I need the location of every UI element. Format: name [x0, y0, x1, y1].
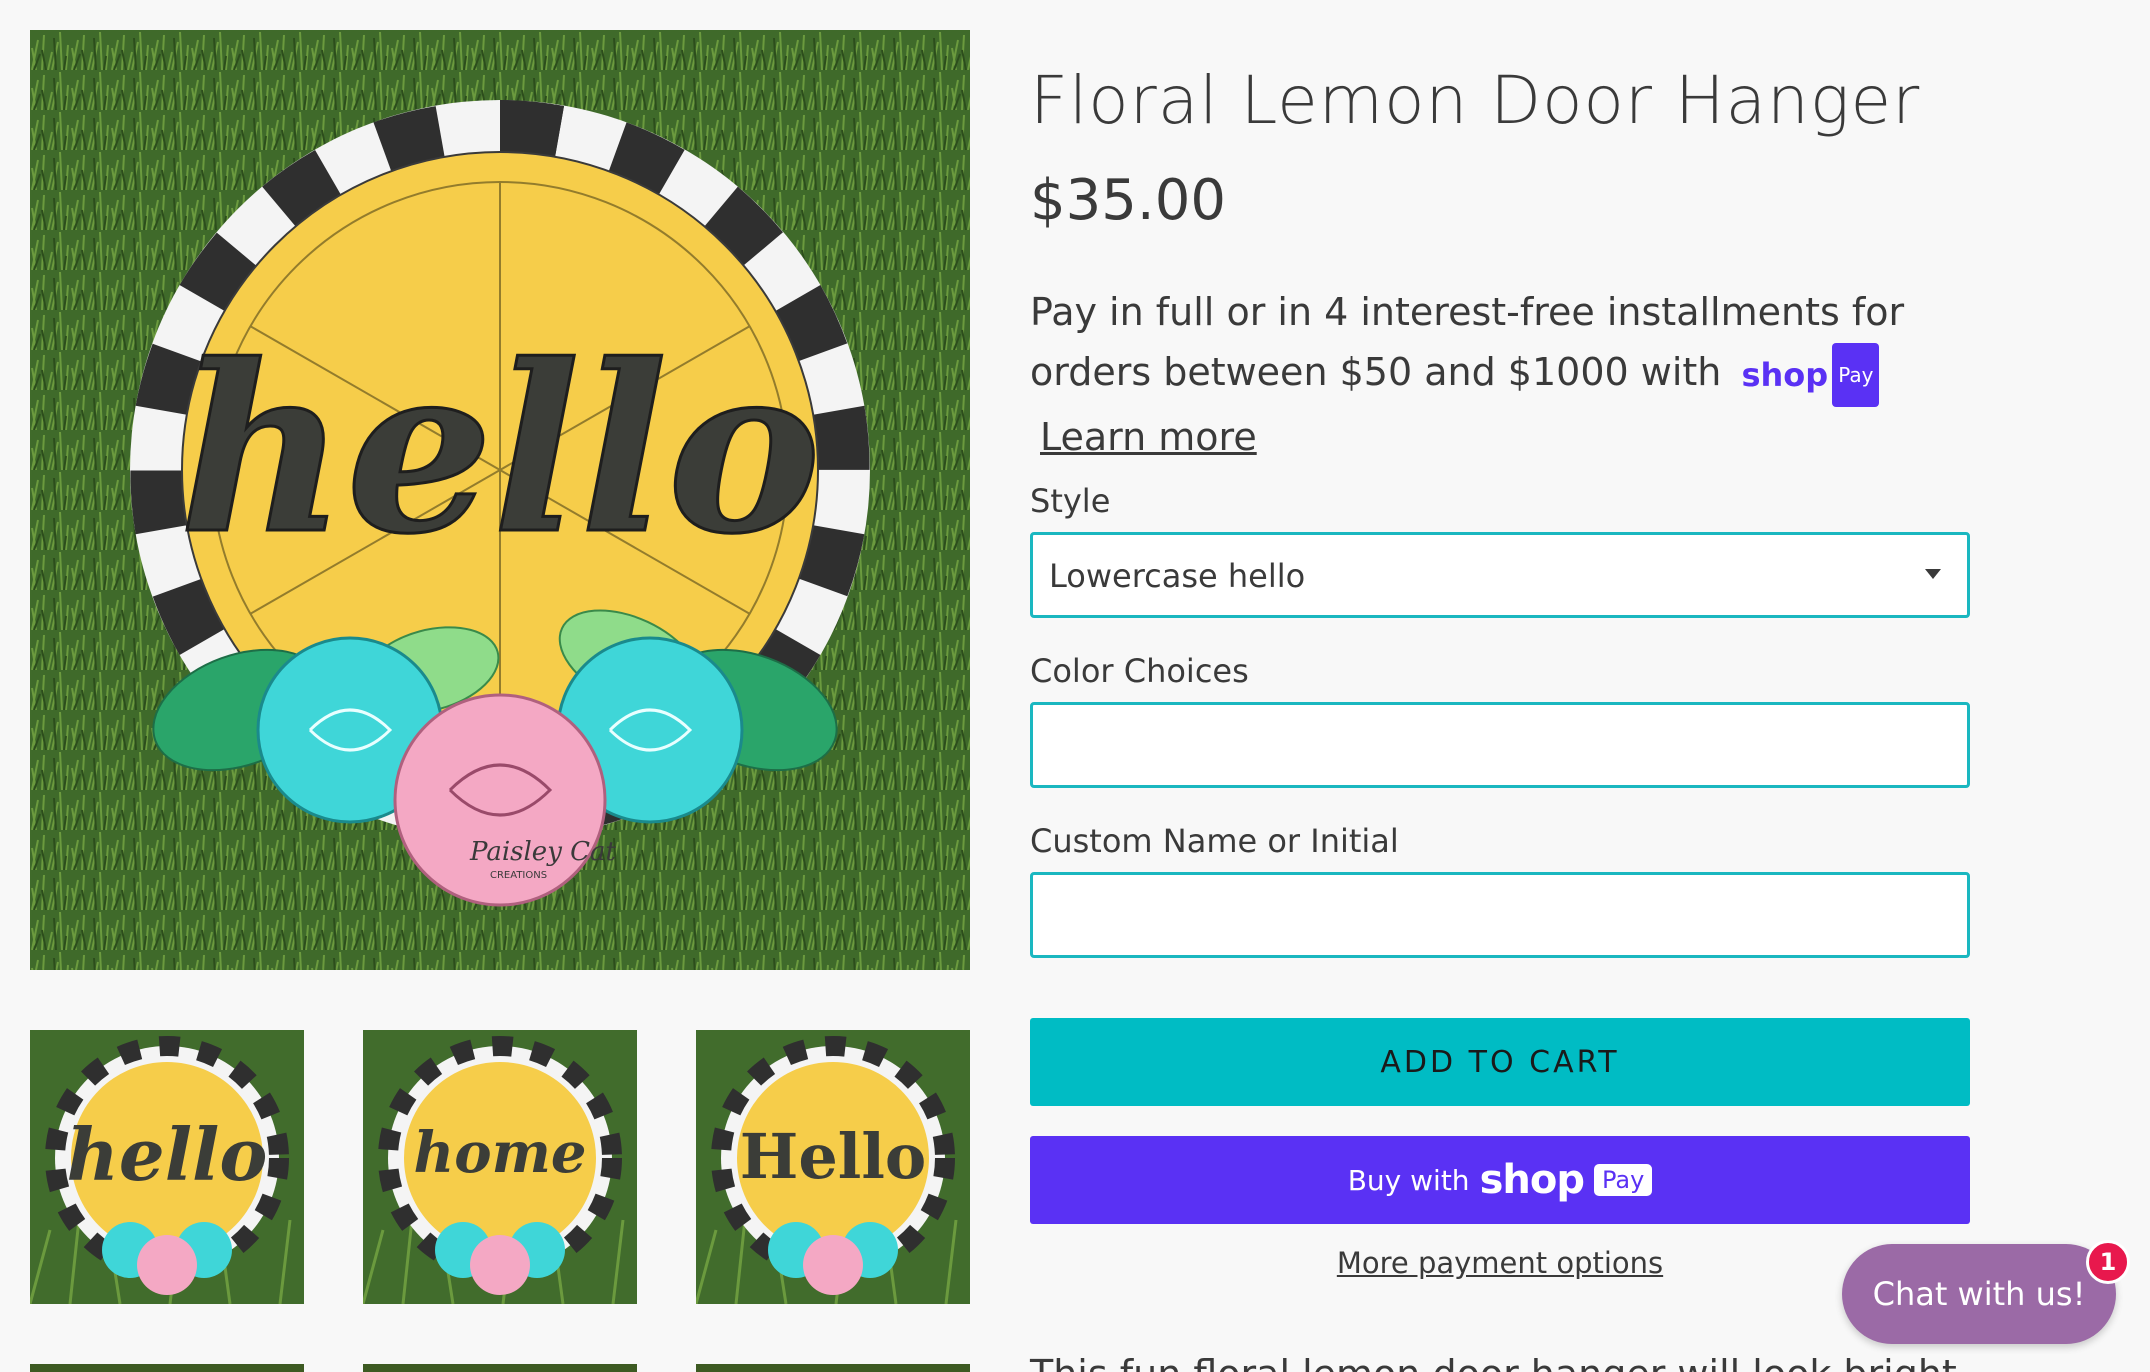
shop-pay-badge: Pay	[1593, 1164, 1653, 1196]
thumbnail-1-word: hello	[67, 1112, 268, 1197]
buy-with-shop-pay-button[interactable]: Buy with shop Pay	[1030, 1136, 1970, 1224]
thumbnail-2[interactable]: home	[363, 1030, 637, 1304]
thumbnail-5-partial[interactable]	[363, 1364, 637, 1372]
thumbnail-6-partial[interactable]	[696, 1364, 970, 1372]
product-title: Floral Lemon Door Hanger	[1030, 62, 1921, 139]
main-image-word: hello	[179, 315, 821, 585]
main-product-image[interactable]: hello Paisley Cat CREATIONS	[30, 30, 970, 970]
watermark-sub-text: CREATIONS	[490, 870, 547, 881]
style-label: Style	[1030, 482, 1111, 520]
shop-pay-badge: Pay	[1832, 342, 1880, 407]
add-to-cart-button[interactable]: ADD TO CART	[1030, 1018, 1970, 1106]
custom-name-label: Custom Name or Initial	[1030, 822, 1399, 860]
thumbnail-1[interactable]: hello	[30, 1030, 304, 1304]
watermark-text: Paisley Cat	[469, 837, 617, 867]
learn-more-link[interactable]: Learn more	[1040, 415, 1257, 459]
chat-notification-badge: 1	[2086, 1240, 2130, 1284]
color-choices-label: Color Choices	[1030, 652, 1249, 690]
product-description: This fun floral lemon door hanger will l…	[1030, 1352, 1957, 1372]
thumbnail-2-word: home	[414, 1120, 587, 1186]
thumbnail-3[interactable]: Hello	[696, 1030, 970, 1304]
custom-name-field[interactable]	[1030, 872, 1970, 958]
thumbnail-4-partial[interactable]	[30, 1364, 304, 1372]
chat-widget-button[interactable]: Chat with us!	[1842, 1244, 2116, 1344]
shop-pay-logo: shop Pay	[1741, 342, 1880, 407]
shop-pay-word: shop	[1479, 1157, 1585, 1203]
door-hanger-photo: hello Paisley Cat CREATIONS	[30, 30, 970, 970]
custom-name-input[interactable]	[1033, 875, 1967, 955]
thumbnail-3-word: Hello	[740, 1120, 926, 1193]
shop-pay-word: shop	[1741, 355, 1829, 394]
buy-with-label: Buy with	[1347, 1163, 1470, 1197]
chevron-down-icon	[1925, 569, 1941, 579]
installments-message: Pay in full or in 4 interest-free instal…	[1030, 282, 1930, 467]
style-select[interactable]: Lowercase hello	[1030, 532, 1970, 618]
product-price: $35.00	[1030, 168, 1226, 233]
style-select-value: Lowercase hello	[1049, 557, 1306, 595]
color-choices-field[interactable]	[1030, 702, 1970, 788]
more-payment-options-link[interactable]: More payment options	[1030, 1246, 1970, 1280]
color-choices-input[interactable]	[1033, 705, 1967, 785]
